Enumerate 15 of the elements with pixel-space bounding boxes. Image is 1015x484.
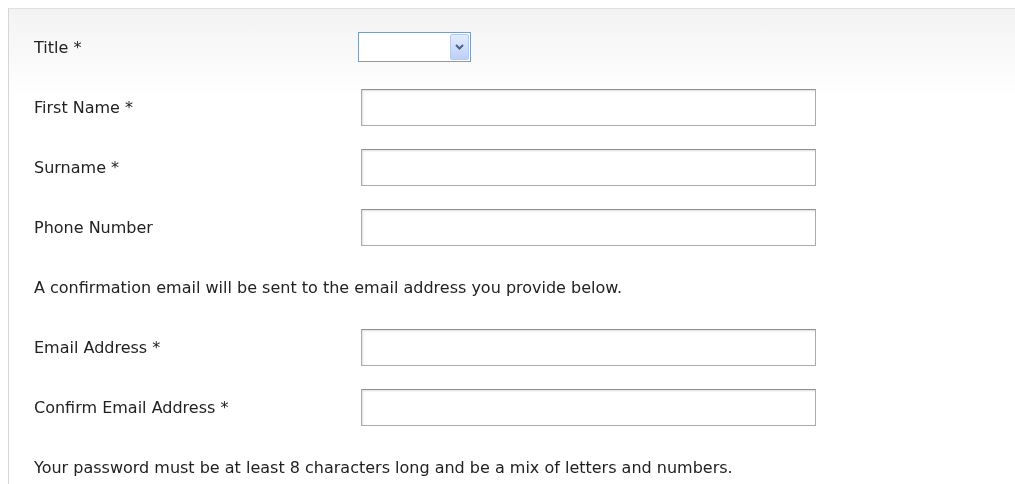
field-label: First Name *	[34, 97, 135, 117]
input-field[interactable]	[361, 388, 816, 426]
title-dropdown[interactable]	[358, 32, 471, 62]
input-field[interactable]	[361, 208, 816, 246]
input-field[interactable]	[361, 148, 816, 186]
field-label: Surname *	[34, 157, 121, 177]
field-label: Email Address *	[34, 337, 162, 357]
instruction-text: Your password must be at least 8 characters long and be a mix of letters and numbers.	[34, 457, 733, 477]
input-field[interactable]	[361, 328, 816, 366]
field-label: Title *	[34, 37, 83, 57]
field-label: Confirm Email Address *	[34, 397, 230, 417]
field-label: Phone Number	[34, 217, 154, 237]
instruction-text: A confirmation email will be sent to the email address you provide below.	[34, 277, 622, 297]
caret-icon	[455, 44, 464, 50]
input-field[interactable]	[361, 88, 816, 126]
